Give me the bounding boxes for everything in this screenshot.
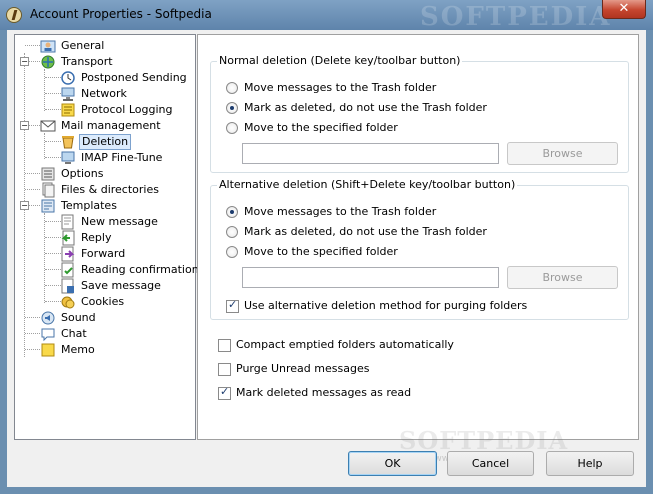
tree-item-label: Templates (61, 199, 117, 212)
radio-label: Move to the specified folder (244, 121, 398, 134)
radio-indicator[interactable] (226, 226, 238, 238)
collapse-mail-management-toggle[interactable]: − (20, 121, 29, 130)
log-icon (61, 103, 75, 117)
normal-folder-input[interactable] (242, 143, 499, 164)
deletion-settings-panel: Normal deletion (Delete key/toolbar butt… (197, 34, 639, 440)
checkbox-indicator[interactable] (218, 385, 231, 400)
radio-indicator[interactable] (226, 246, 238, 258)
tree-item-label: Memo (61, 343, 95, 356)
app-window: Account Properties - Softpedia SOFTPEDIA… (0, 0, 653, 494)
alt-browse-button[interactable]: Browse (507, 266, 618, 289)
checkbox-indicator[interactable] (218, 363, 231, 376)
alternative-deletion-group: Alternative deletion (Shift+Delete key/t… (210, 178, 629, 320)
tree-item-label: Postponed Sending (81, 71, 187, 84)
collapse-templates-toggle[interactable]: − (20, 201, 29, 210)
radio-indicator[interactable] (226, 122, 238, 134)
network-icon (61, 87, 75, 101)
radio-indicator[interactable] (226, 206, 238, 218)
tree-item-label: Network (81, 87, 127, 100)
files-icon (42, 182, 55, 198)
dialog-client: − − − General Transport Postponed Sendin… (7, 30, 646, 487)
checkbox-indicator[interactable] (218, 339, 231, 352)
confirmation-icon (61, 262, 74, 278)
trash-icon (62, 136, 74, 149)
radio-label: Mark as deleted, do not use the Trash fo… (244, 101, 487, 114)
tree-item-label: Reply (81, 231, 112, 244)
checkbox-label: Purge Unread messages (236, 362, 370, 375)
tree-item-label: Deletion (79, 134, 132, 150)
sound-icon (41, 311, 55, 325)
options-icon (41, 167, 55, 181)
tree-item-label: IMAP Fine-Tune (81, 151, 163, 164)
collapse-transport-toggle[interactable]: − (20, 57, 29, 66)
tree-item-label: Reading confirmation (81, 263, 199, 276)
radio-indicator[interactable] (226, 102, 238, 114)
radio-label: Move messages to the Trash folder (244, 205, 437, 218)
tree-item-label: General (61, 39, 105, 52)
normal-deletion-group: Normal deletion (Delete key/toolbar butt… (210, 54, 629, 173)
templates-icon (41, 199, 55, 213)
chat-icon (41, 328, 55, 342)
radio-label: Mark as deleted, do not use the Trash fo… (244, 225, 487, 238)
tree-item-label: New message (81, 215, 158, 228)
mail-icon (40, 120, 56, 132)
radio-label: Move to the specified folder (244, 245, 398, 258)
user-general-icon (40, 40, 56, 53)
tree-item-label: Save message (81, 279, 161, 292)
ok-button[interactable]: OK (348, 451, 437, 476)
settings-tree[interactable]: − − − General Transport Postponed Sendin… (14, 34, 199, 440)
title-bar[interactable]: Account Properties - Softpedia SOFTPEDIA… (0, 0, 653, 32)
transport-icon (41, 55, 55, 69)
checkbox-indicator[interactable] (226, 298, 239, 313)
cookies-icon (61, 296, 75, 309)
normal-deletion-legend: Normal deletion (Delete key/toolbar butt… (217, 54, 463, 67)
save-message-icon (61, 278, 74, 294)
imap-icon (61, 151, 75, 164)
alt-folder-input[interactable] (242, 267, 499, 288)
close-button[interactable]: ✕ (602, 0, 646, 19)
window-title: Account Properties - Softpedia (30, 7, 212, 21)
reply-icon (61, 230, 75, 246)
tree-item-label: Cookies (81, 295, 125, 308)
clock-icon (61, 71, 75, 85)
checkbox-label: Compact emptied folders automatically (236, 338, 454, 351)
normal-browse-button[interactable]: Browse (507, 142, 618, 165)
tree-item-label: Sound (61, 311, 96, 324)
tree-item-label: Options (61, 167, 104, 180)
app-feather-icon (6, 7, 22, 23)
tree-item-label: Mail management (61, 119, 161, 132)
cancel-button[interactable]: Cancel (447, 451, 534, 476)
radio-indicator[interactable] (226, 82, 238, 94)
softpedia-watermark: SOFTPEDIA (420, 2, 612, 32)
checkbox-label: Use alternative deletion method for purg… (244, 299, 528, 312)
tree-item-label: Protocol Logging (81, 103, 173, 116)
help-button[interactable]: Help (546, 451, 634, 476)
alternative-deletion-legend: Alternative deletion (Shift+Delete key/t… (217, 178, 518, 191)
checkbox-label: Mark deleted messages as read (236, 386, 412, 399)
tree-item-label: Chat (61, 327, 87, 340)
radio-label: Move messages to the Trash folder (244, 81, 437, 94)
new-message-icon (61, 214, 74, 230)
tree-item-label: Forward (81, 247, 126, 260)
memo-icon (41, 343, 55, 357)
tree-item-label: Files & directories (61, 183, 159, 196)
forward-icon (61, 246, 75, 262)
tree-item-label: Transport (61, 55, 113, 68)
